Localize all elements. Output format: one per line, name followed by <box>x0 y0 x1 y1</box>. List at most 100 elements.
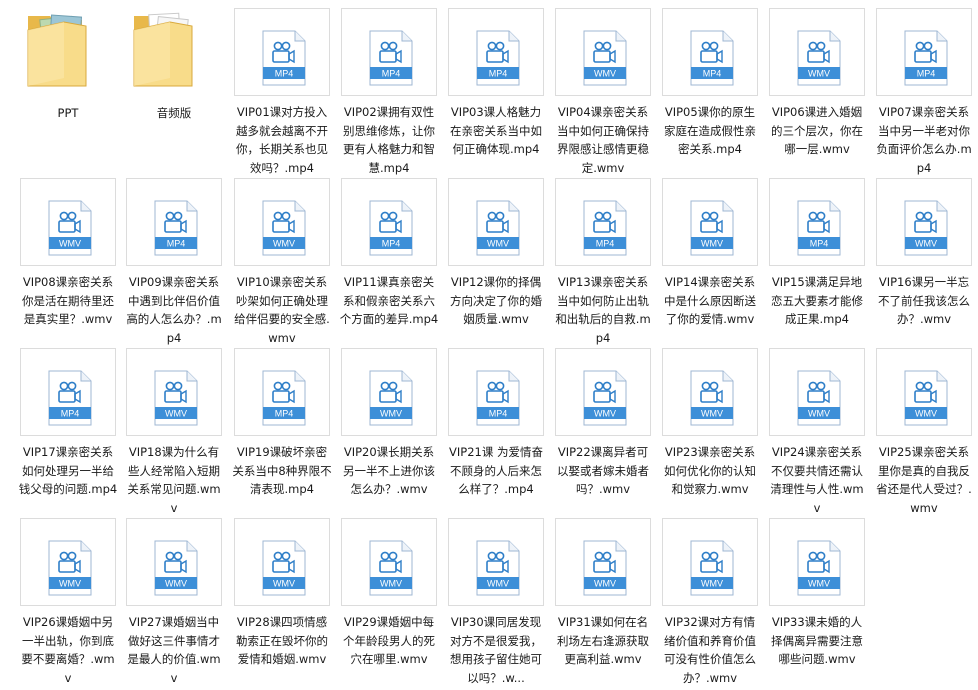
video-file-icon: MP4 <box>555 178 651 266</box>
file-type-badge-text: MP4 <box>167 239 186 249</box>
file-item[interactable]: MP4 VIP11课真亲密关系和假亲密关系六个方面的差异.mp4 <box>339 178 439 342</box>
file-item[interactable]: MP4 VIP19课破坏亲密关系当中8种界限不清表现.mp4 <box>232 348 332 512</box>
file-name: VIP21课 为爱情奋不顾身的人后来怎么样了？.mp4 <box>449 445 543 496</box>
file-item[interactable]: MP4 VIP03课人格魅力在亲密关系当中如何正确体现.mp4 <box>448 8 544 172</box>
file-item[interactable]: WMV VIP16课另一半忘不了前任我该怎么办？.wmv <box>876 178 972 342</box>
file-type-badge-text: WMV <box>487 579 509 589</box>
file-type-badge-text: WMV <box>59 239 81 249</box>
video-file-icon: MP4 <box>341 178 437 266</box>
file-item[interactable]: WMV VIP30课同居发现对方不是很爱我，想用孩子留住她可以吗？.w... <box>448 518 544 685</box>
file-item[interactable]: WMV VIP23课亲密关系如何优化你的认知和觉察力.wmv <box>662 348 758 512</box>
file-name: VIP11课真亲密关系和假亲密关系六个方面的差异.mp4 <box>339 275 439 326</box>
file-item[interactable]: WMV VIP04课亲密关系当中如何正确保持界限感让感情更稳定.wmv <box>555 8 651 175</box>
file-explorer-large-icons-view[interactable]: PPT 音频版 MP4 VIP01课对方投入越多就会越离不开你，长期关系也见效吗？.m… <box>0 0 978 690</box>
file-name: VIP28课四项情感勒索正在毁坏你的爱情和婚姻.wmv <box>236 615 328 666</box>
file-type-badge-text: WMV <box>915 409 937 419</box>
file-type-badge-text: WMV <box>380 579 402 589</box>
file-item[interactable]: WMV VIP31课如何在名利场左右逢源获取更高利益.wmv <box>555 518 651 682</box>
file-item[interactable]: WMV VIP18课为什么有些人经常陷入短期关系常见问题.wmv <box>126 348 222 515</box>
file-type-badge-text: MP4 <box>489 69 508 79</box>
file-item[interactable]: WMV VIP20课长期关系另一半不上进你该怎么办？.wmv <box>341 348 437 512</box>
video-file-icon: WMV <box>126 518 222 606</box>
file-item[interactable]: MP4 VIP13课亲密关系当中如何防止出轨和出轨后的自救.mp4 <box>555 178 651 345</box>
video-file-icon: MP4 <box>876 8 972 96</box>
video-file-icon: WMV <box>20 178 116 266</box>
video-file-icon: MP4 <box>769 178 865 266</box>
video-file-icon: WMV <box>876 348 972 436</box>
file-item[interactable]: WMV VIP32课对方有情绪价值和养育价值可没有性价值怎么办？.wmv <box>662 518 758 685</box>
file-item[interactable]: WMV VIP25课亲密关系里你是真的自我反省还是代人受过？.wmv <box>876 348 972 515</box>
file-type-badge-text: MP4 <box>489 409 508 419</box>
file-name: VIP26课婚姻中另一半出轨，你到底要不要离婚？.wmv <box>21 615 115 685</box>
file-type-badge-text: MP4 <box>382 239 401 249</box>
video-file-icon: WMV <box>769 8 865 96</box>
file-type-badge-text: MP4 <box>275 69 294 79</box>
video-file-icon: MP4 <box>448 8 544 96</box>
video-file-icon: MP4 <box>234 8 330 96</box>
file-name: VIP17课亲密关系如何处理另一半给钱父母的问题.mp4 <box>18 445 118 496</box>
file-item[interactable]: WMV VIP10课亲密关系吵架如何正确处理给伴侣要的安全感.wmv <box>234 178 330 345</box>
file-type-badge-text: WMV <box>59 579 81 589</box>
folder-item[interactable]: 音频版 <box>126 8 222 172</box>
file-item[interactable]: WMV VIP24课亲密关系不仅要共情还需认清理性与人性.wmv <box>769 348 865 515</box>
file-type-badge-text: WMV <box>594 579 616 589</box>
file-name: VIP10课亲密关系吵架如何正确处理给伴侣要的安全感.wmv <box>234 275 330 345</box>
file-name: VIP14课亲密关系中是什么原因断送了你的爱情.wmv <box>664 275 756 326</box>
file-name: VIP06课进入婚姻的三个层次，你在哪一层.wmv <box>771 105 863 156</box>
video-file-icon: WMV <box>769 518 865 606</box>
file-item[interactable]: WMV VIP26课婚姻中另一半出轨，你到底要不要离婚？.wmv <box>20 518 116 685</box>
file-type-badge-text: WMV <box>808 579 830 589</box>
file-item[interactable]: MP4 VIP01课对方投入越多就会越离不开你，长期关系也见效吗？.mp4 <box>234 8 330 175</box>
file-item[interactable]: WMV VIP22课离异者可以娶或者嫁未婚者吗？.wmv <box>555 348 651 512</box>
file-item[interactable]: WMV VIP06课进入婚姻的三个层次，你在哪一层.wmv <box>769 8 865 172</box>
file-type-badge-text: WMV <box>701 409 723 419</box>
file-item[interactable]: WMV VIP27课婚姻当中做好这三件事情才是最人的价值.wmv <box>126 518 222 685</box>
file-type-badge-text: WMV <box>380 409 402 419</box>
file-item[interactable]: WMV VIP12课你的择偶方向决定了你的婚姻质量.wmv <box>448 178 544 342</box>
file-type-badge-text: WMV <box>165 579 187 589</box>
file-type-badge-text: WMV <box>487 239 509 249</box>
video-file-icon: WMV <box>448 518 544 606</box>
video-file-icon: MP4 <box>20 348 116 436</box>
file-item[interactable]: MP4 VIP15课满足异地恋五大要素才能修成正果.mp4 <box>769 178 865 342</box>
folder-icon <box>126 8 222 96</box>
file-name: VIP24课亲密关系不仅要共情还需认清理性与人性.wmv <box>770 445 864 515</box>
file-item[interactable]: MP4 VIP02课拥有双性别思维修炼，让你更有人格魅力和智慧.mp4 <box>341 8 437 175</box>
file-name: VIP09课亲密关系中遇到比伴侣价值高的人怎么办？.mp4 <box>126 275 222 345</box>
video-file-icon: MP4 <box>448 348 544 436</box>
file-name: VIP15课满足异地恋五大要素才能修成正果.mp4 <box>771 275 863 326</box>
video-file-icon: WMV <box>234 178 330 266</box>
file-type-badge-text: MP4 <box>61 409 80 419</box>
file-name: VIP25课亲密关系里你是真的自我反省还是代人受过？.wmv <box>876 445 972 515</box>
file-item[interactable]: MP4 VIP05课你的原生家庭在造成假性亲密关系.mp4 <box>662 8 758 172</box>
file-name: VIP16课另一半忘不了前任我该怎么办？.wmv <box>878 275 970 326</box>
file-item[interactable]: WMV VIP29课婚姻中每个年龄段男人的死穴在哪里.wmv <box>341 518 437 682</box>
file-type-badge-text: WMV <box>165 409 187 419</box>
video-file-icon: WMV <box>876 178 972 266</box>
folder-name: PPT <box>57 106 79 120</box>
file-name: VIP31课如何在名利场左右逢源获取更高利益.wmv <box>557 615 649 666</box>
file-name: VIP19课破坏亲密关系当中8种界限不清表现.mp4 <box>232 445 332 496</box>
folder-with-documents-icon <box>20 8 116 96</box>
file-item[interactable]: MP4 VIP17课亲密关系如何处理另一半给钱父母的问题.mp4 <box>18 348 118 512</box>
file-item[interactable]: WMV VIP28课四项情感勒索正在毁坏你的爱情和婚姻.wmv <box>234 518 330 682</box>
file-name: VIP04课亲密关系当中如何正确保持界限感让感情更稳定.wmv <box>557 105 649 175</box>
file-name: VIP33课未婚的人择偶离异需要注意哪些问题.wmv <box>771 615 863 666</box>
video-file-icon: WMV <box>662 178 758 266</box>
file-item[interactable]: MP4 VIP09课亲密关系中遇到比伴侣价值高的人怎么办？.mp4 <box>126 178 222 345</box>
file-name: VIP32课对方有情绪价值和养育价值可没有性价值怎么办？.wmv <box>664 615 756 685</box>
file-item[interactable]: WMV VIP14课亲密关系中是什么原因断送了你的爱情.wmv <box>662 178 758 342</box>
file-name: VIP18课为什么有些人经常陷入短期关系常见问题.wmv <box>127 445 221 515</box>
file-name: VIP29课婚姻中每个年龄段男人的死穴在哪里.wmv <box>343 615 435 666</box>
folder-item[interactable]: PPT <box>20 8 116 172</box>
file-item[interactable]: WMV VIP08课亲密关系你是活在期待里还是真实里？.wmv <box>20 178 116 342</box>
file-name: VIP27课婚姻当中做好这三件事情才是最人的价值.wmv <box>127 615 221 685</box>
file-item[interactable]: MP4 VIP21课 为爱情奋不顾身的人后来怎么样了？.mp4 <box>448 348 544 512</box>
video-file-icon: WMV <box>20 518 116 606</box>
video-file-icon: WMV <box>769 348 865 436</box>
file-type-badge-text: MP4 <box>703 69 722 79</box>
file-item[interactable]: MP4 VIP07课亲密关系当中另一半老对你负面评价怎么办.mp4 <box>876 8 972 175</box>
file-name: VIP05课你的原生家庭在造成假性亲密关系.mp4 <box>664 105 756 156</box>
file-item[interactable]: WMV VIP33课未婚的人择偶离异需要注意哪些问题.wmv <box>769 518 865 682</box>
video-file-icon: WMV <box>126 348 222 436</box>
